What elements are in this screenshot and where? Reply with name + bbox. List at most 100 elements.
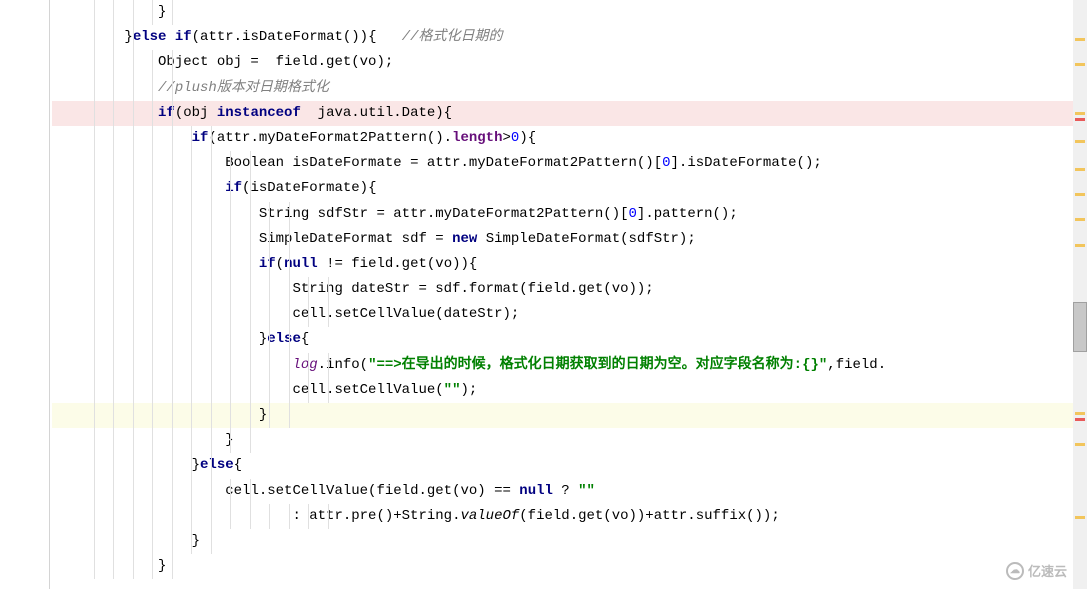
stripe-marker-red[interactable] (1075, 118, 1085, 121)
indent-guide (308, 353, 309, 378)
token-plain: Object obj = field.get(vo); (158, 54, 393, 70)
indent-guide (152, 252, 153, 277)
code-line[interactable]: SimpleDateFormat sdf = new SimpleDateFor… (52, 227, 1087, 252)
stripe-marker-yellow[interactable] (1075, 38, 1085, 41)
indent-guide (94, 0, 95, 25)
code-line[interactable]: }else{ (52, 327, 1087, 352)
token-plain: ].isDateFormate(); (671, 155, 822, 171)
token-kw: if (259, 256, 276, 272)
indent-guide (308, 378, 309, 403)
scrollbar-track[interactable] (1073, 0, 1087, 589)
indent-guide (250, 202, 251, 227)
stripe-marker-yellow[interactable] (1075, 412, 1085, 415)
token-kw: else (200, 457, 234, 473)
code-line[interactable]: if(obj instanceof java.util.Date){ (52, 101, 1087, 126)
code-line[interactable]: } (52, 0, 1087, 25)
watermark-text: 亿速云 (1028, 560, 1067, 583)
token-plain: } (158, 558, 166, 574)
indent-guide (191, 126, 192, 151)
indent-guide (289, 202, 290, 227)
indent-guide (113, 50, 114, 75)
indent-guide (230, 428, 231, 453)
indent-guide (308, 504, 309, 529)
indent-guide (94, 378, 95, 403)
indent-guide (191, 378, 192, 403)
code-line[interactable]: Boolean isDateFormate = attr.myDateForma… (52, 151, 1087, 176)
code-line[interactable]: String dateStr = sdf.format(field.get(vo… (52, 277, 1087, 302)
token-comment: //格式化日期的 (402, 29, 503, 45)
indent-guide (230, 504, 231, 529)
code-line[interactable]: } (52, 554, 1087, 579)
code-line[interactable]: } (52, 428, 1087, 453)
indent-guide (133, 252, 134, 277)
stripe-marker-red[interactable] (1075, 418, 1085, 421)
stripe-marker-yellow[interactable] (1075, 516, 1085, 519)
indent-guide (172, 327, 173, 352)
stripe-marker-yellow[interactable] (1075, 140, 1085, 143)
indent-guide (113, 76, 114, 101)
token-plain: (obj (175, 105, 217, 121)
indent-guide (211, 479, 212, 504)
token-plain: cell.setCellValue( (292, 382, 443, 398)
token-kw: null (519, 483, 553, 499)
stripe-marker-yellow[interactable] (1075, 168, 1085, 171)
indent-guide (211, 202, 212, 227)
indent-guide (191, 202, 192, 227)
code-line[interactable]: //plush版本对日期格式化 (52, 76, 1087, 101)
code-line[interactable]: : attr.pre()+String.valueOf(field.get(vo… (52, 504, 1087, 529)
code-editor[interactable]: } }else if(attr.isDateFormat()){ //格式化日期… (0, 0, 1087, 589)
stripe-marker-yellow[interactable] (1075, 443, 1085, 446)
indent-guide (133, 353, 134, 378)
stripe-marker-yellow[interactable] (1075, 193, 1085, 196)
token-plain: ); (460, 382, 477, 398)
code-line[interactable]: if(attr.myDateFormat2Pattern().length>0)… (52, 126, 1087, 151)
code-line[interactable]: if(null != field.get(vo)){ (52, 252, 1087, 277)
indent-guide (133, 504, 134, 529)
code-line[interactable]: } (52, 403, 1087, 428)
code-line[interactable]: cell.setCellValue(dateStr); (52, 302, 1087, 327)
indent-guide (191, 176, 192, 201)
indent-guide (250, 378, 251, 403)
indent-guide (152, 529, 153, 554)
indent-guide (211, 504, 212, 529)
token-kw: if (192, 130, 209, 146)
stripe-marker-yellow[interactable] (1075, 244, 1085, 247)
indent-guide (250, 353, 251, 378)
stripe-marker-yellow[interactable] (1075, 218, 1085, 221)
indent-guide (230, 378, 231, 403)
indent-guide (191, 353, 192, 378)
code-line[interactable]: Object obj = field.get(vo); (52, 50, 1087, 75)
indent-guide (250, 479, 251, 504)
watermark: ☁ 亿速云 (1006, 560, 1067, 583)
code-line[interactable]: }else if(attr.isDateFormat()){ //格式化日期的 (52, 25, 1087, 50)
indent-guide (113, 504, 114, 529)
token-str: "==>在导出的时候，格式化日期获取到的日期为空。对应字段名称为:{}" (368, 357, 827, 373)
indent-guide (152, 554, 153, 579)
indent-guide (152, 327, 153, 352)
indent-guide (152, 428, 153, 453)
indent-guide (172, 0, 173, 25)
code-line[interactable]: if(isDateFormate){ (52, 176, 1087, 201)
indent-guide (230, 479, 231, 504)
indent-guide (133, 227, 134, 252)
indent-guide (113, 378, 114, 403)
indent-guide (250, 151, 251, 176)
code-line[interactable]: cell.setCellValue(field.get(vo) == null … (52, 479, 1087, 504)
code-content[interactable]: } }else if(attr.isDateFormat()){ //格式化日期… (52, 0, 1087, 579)
indent-guide (191, 151, 192, 176)
token-plain: != field.get(vo)){ (318, 256, 478, 272)
scrollbar-thumb[interactable] (1073, 302, 1087, 352)
indent-guide (230, 327, 231, 352)
indent-guide (113, 0, 114, 25)
indent-guide (211, 403, 212, 428)
indent-guide (172, 428, 173, 453)
code-line[interactable]: String sdfStr = attr.myDateFormat2Patter… (52, 202, 1087, 227)
code-line[interactable]: cell.setCellValue(""); (52, 378, 1087, 403)
code-line[interactable]: log.info("==>在导出的时候，格式化日期获取到的日期为空。对应字段名称… (52, 353, 1087, 378)
code-line[interactable]: } (52, 529, 1087, 554)
stripe-marker-yellow[interactable] (1075, 63, 1085, 66)
stripe-marker-yellow[interactable] (1075, 112, 1085, 115)
code-line[interactable]: }else{ (52, 453, 1087, 478)
indent-guide (230, 353, 231, 378)
indent-guide (94, 151, 95, 176)
